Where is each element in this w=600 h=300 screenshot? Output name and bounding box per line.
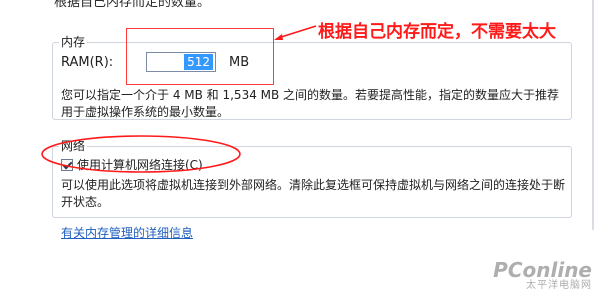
memory-help-link[interactable]: 有关内存管理的详细信息 — [61, 224, 193, 241]
top-cut-text: 根据自己内存而定的数量。 — [54, 0, 211, 10]
network-description: 可以使用此选项将虚拟机连接到外部网络。清除此复选框可保持虚拟机与网络之间的连接处… — [61, 178, 566, 209]
ram-label: RAM(R): — [61, 55, 114, 70]
memory-description: 您可以指定一个介于 4 MB 和 1,534 MB 之间的数量。若要提高性能，指… — [61, 88, 560, 119]
watermark-logo: PConline 太平洋电脑网 — [493, 260, 592, 292]
annotation-red-box — [126, 28, 274, 85]
memory-group-title: 内存 — [59, 35, 88, 49]
annotation-text: 根据自己内存而定，不需要太大 — [318, 22, 556, 42]
annotation-arrow-icon — [274, 25, 317, 40]
right-scrollbar[interactable] — [592, 0, 594, 230]
watermark-brand: PConline — [493, 258, 592, 282]
annotation-red-ellipse — [41, 135, 241, 173]
